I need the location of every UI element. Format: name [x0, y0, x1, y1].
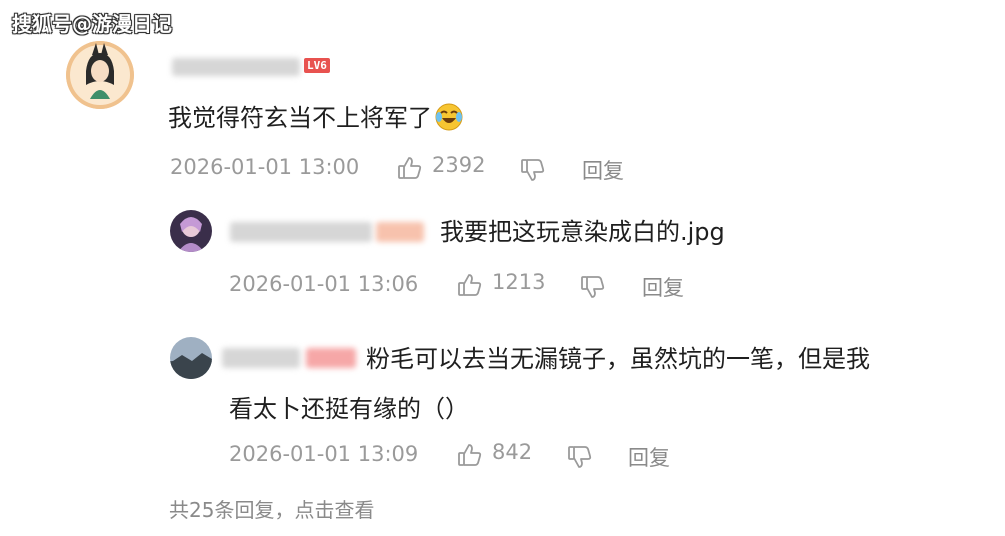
main-reply-button[interactable]: 回复: [582, 155, 624, 185]
reply2-badge-blurred: [306, 348, 356, 368]
thumbs-down-icon[interactable]: [520, 157, 546, 183]
reply2-like-count: 842: [492, 440, 533, 464]
laughing-crying-face-icon: [434, 102, 464, 132]
thumbs-down-icon[interactable]: [580, 274, 606, 300]
main-commenter-avatar[interactable]: [66, 41, 134, 109]
main-comment-text: 我觉得符玄当不上将军了: [168, 100, 464, 136]
reply1-like-count: 1213: [492, 270, 546, 294]
main-commenter-name-blurred[interactable]: [172, 58, 300, 76]
main-comment-timestamp: 2026-01-01 13:00: [170, 155, 360, 179]
reply1-reply-button[interactable]: 回复: [642, 272, 684, 302]
reply2-text-line1: 粉毛可以去当无漏镜子，虽然坑的一笔，但是我: [366, 345, 870, 373]
view-more-replies-link[interactable]: 共25条回复，点击查看: [169, 494, 374, 523]
reply2-reply-button[interactable]: 回复: [628, 442, 670, 472]
thumbs-up-icon[interactable]: [457, 272, 483, 298]
reply1-avatar[interactable]: [170, 210, 212, 252]
watermark-text: 搜狐号@游漫日记: [12, 12, 172, 36]
thumbs-down-icon[interactable]: [567, 444, 593, 470]
reply1-timestamp: 2026-01-01 13:06: [229, 272, 419, 296]
reply2-name-blurred[interactable]: [222, 348, 300, 368]
reply2-timestamp: 2026-01-01 13:09: [229, 442, 419, 466]
main-comment-body: 我觉得符玄当不上将军了: [168, 104, 432, 132]
reply2-text-line2: 看太卜还挺有缘的（）: [229, 395, 469, 423]
level-badge: LV6: [304, 58, 330, 73]
thumbs-up-icon[interactable]: [457, 442, 483, 468]
reply2-avatar[interactable]: [170, 337, 212, 379]
thumbs-up-icon[interactable]: [397, 155, 423, 181]
reply1-text: 我要把这玩意染成白的.jpg: [440, 218, 725, 246]
reply1-name-blurred[interactable]: [230, 222, 372, 242]
reply1-badge-blurred: [376, 222, 424, 242]
main-like-count: 2392: [432, 153, 486, 177]
